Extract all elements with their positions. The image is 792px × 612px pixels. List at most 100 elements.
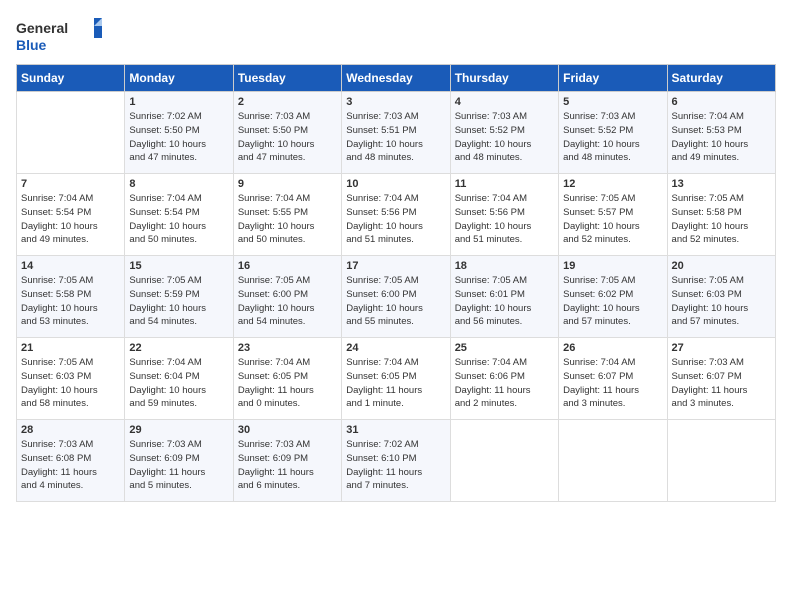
day-number: 29 [129, 424, 228, 436]
day-info: Sunrise: 7:04 AM Sunset: 6:05 PM Dayligh… [238, 356, 337, 411]
day-number: 13 [672, 178, 771, 190]
day-info: Sunrise: 7:03 AM Sunset: 5:50 PM Dayligh… [238, 110, 337, 165]
day-number: 5 [563, 96, 662, 108]
calendar-cell [559, 420, 667, 502]
day-number: 7 [21, 178, 120, 190]
day-info: Sunrise: 7:04 AM Sunset: 6:05 PM Dayligh… [346, 356, 445, 411]
week-row-4: 21Sunrise: 7:05 AM Sunset: 6:03 PM Dayli… [17, 338, 776, 420]
calendar-cell: 29 Sunrise: 7:03 AM Sunset: 6:09 PM Dayli… [125, 420, 233, 502]
day-number: 11 [455, 178, 554, 190]
day-number: 14 [21, 260, 120, 272]
week-row-1: 1 Sunrise: 7:02 AM Sunset: 5:50 PM Daylig… [17, 92, 776, 174]
day-info: Sunrise: 7:05 AM Sunset: 5:58 PM Dayligh… [21, 274, 120, 329]
weekday-sunday: Sunday [17, 65, 125, 92]
day-info: Sunrise: 7:03 AM Sunset: 5:52 PM Dayligh… [455, 110, 554, 165]
day-number: 30 [238, 424, 337, 436]
page-header: General Blue [16, 16, 776, 56]
week-row-2: 7 Sunrise: 7:04 AM Sunset: 5:54 PM Daylig… [17, 174, 776, 256]
calendar-cell: 22 Sunrise: 7:04 AM Sunset: 6:04 PM Dayli… [125, 338, 233, 420]
weekday-monday: Monday [125, 65, 233, 92]
day-number: 31 [346, 424, 445, 436]
day-info: Sunrise: 7:04 AM Sunset: 5:56 PM Dayligh… [455, 192, 554, 247]
day-number: 18 [455, 260, 554, 272]
calendar-cell: 6 Sunrise: 7:04 AM Sunset: 5:53 PM Daylig… [667, 92, 775, 174]
calendar-cell: 11 Sunrise: 7:04 AM Sunset: 5:56 PM Dayli… [450, 174, 558, 256]
day-number: 8 [129, 178, 228, 190]
calendar-cell: 21Sunrise: 7:05 AM Sunset: 6:03 PM Dayli… [17, 338, 125, 420]
day-number: 2 [238, 96, 337, 108]
calendar-cell: 9Sunrise: 7:04 AM Sunset: 5:55 PM Daylig… [233, 174, 341, 256]
day-info: Sunrise: 7:05 AM Sunset: 6:03 PM Dayligh… [21, 356, 120, 411]
day-number: 4 [455, 96, 554, 108]
calendar-cell [450, 420, 558, 502]
day-info: Sunrise: 7:02 AM Sunset: 6:10 PM Dayligh… [346, 438, 445, 493]
day-number: 24 [346, 342, 445, 354]
day-info: Sunrise: 7:05 AM Sunset: 5:57 PM Dayligh… [563, 192, 662, 247]
calendar-cell: 12 Sunrise: 7:05 AM Sunset: 5:57 PM Dayli… [559, 174, 667, 256]
calendar-cell: 26 Sunrise: 7:04 AM Sunset: 6:07 PM Dayli… [559, 338, 667, 420]
calendar-table: SundayMondayTuesdayWednesdayThursdayFrid… [16, 64, 776, 502]
calendar-cell: 1 Sunrise: 7:02 AM Sunset: 5:50 PM Daylig… [125, 92, 233, 174]
week-row-3: 14 Sunrise: 7:05 AM Sunset: 5:58 PM Dayli… [17, 256, 776, 338]
day-info: Sunrise: 7:05 AM Sunset: 5:59 PM Dayligh… [129, 274, 228, 329]
day-info: Sunrise: 7:03 AM Sunset: 5:51 PM Dayligh… [346, 110, 445, 165]
day-info: Sunrise: 7:03 AM Sunset: 5:52 PM Dayligh… [563, 110, 662, 165]
day-number: 15 [129, 260, 228, 272]
calendar-cell: 18 Sunrise: 7:05 AM Sunset: 6:01 PM Dayli… [450, 256, 558, 338]
day-info: Sunrise: 7:05 AM Sunset: 6:00 PM Dayligh… [238, 274, 337, 329]
calendar-cell: 30 Sunrise: 7:03 AM Sunset: 6:09 PM Dayli… [233, 420, 341, 502]
day-info: Sunrise: 7:03 AM Sunset: 6:09 PM Dayligh… [238, 438, 337, 493]
day-number: 26 [563, 342, 662, 354]
calendar-cell: 15 Sunrise: 7:05 AM Sunset: 5:59 PM Dayli… [125, 256, 233, 338]
weekday-thursday: Thursday [450, 65, 558, 92]
calendar-cell: 20 Sunrise: 7:05 AM Sunset: 6:03 PM Dayli… [667, 256, 775, 338]
calendar-cell: 13 Sunrise: 7:05 AM Sunset: 5:58 PM Dayli… [667, 174, 775, 256]
calendar-cell [17, 92, 125, 174]
day-info: Sunrise: 7:03 AM Sunset: 6:08 PM Dayligh… [21, 438, 120, 493]
day-number: 3 [346, 96, 445, 108]
day-info: Sunrise: 7:05 AM Sunset: 6:02 PM Dayligh… [563, 274, 662, 329]
calendar-cell: 28 Sunrise: 7:03 AM Sunset: 6:08 PM Dayli… [17, 420, 125, 502]
calendar-cell: 14 Sunrise: 7:05 AM Sunset: 5:58 PM Dayli… [17, 256, 125, 338]
weekday-header-row: SundayMondayTuesdayWednesdayThursdayFrid… [17, 65, 776, 92]
calendar-cell: 24 Sunrise: 7:04 AM Sunset: 6:05 PM Dayli… [342, 338, 450, 420]
calendar-cell: 31 Sunrise: 7:02 AM Sunset: 6:10 PM Dayli… [342, 420, 450, 502]
logo: General Blue [16, 16, 106, 56]
day-number: 25 [455, 342, 554, 354]
weekday-wednesday: Wednesday [342, 65, 450, 92]
calendar-cell: 4 Sunrise: 7:03 AM Sunset: 5:52 PM Daylig… [450, 92, 558, 174]
day-info: Sunrise: 7:04 AM Sunset: 5:54 PM Dayligh… [129, 192, 228, 247]
calendar-cell: 19Sunrise: 7:05 AM Sunset: 6:02 PM Dayli… [559, 256, 667, 338]
svg-text:Blue: Blue [16, 37, 47, 53]
weekday-friday: Friday [559, 65, 667, 92]
day-number: 6 [672, 96, 771, 108]
day-info: Sunrise: 7:05 AM Sunset: 6:03 PM Dayligh… [672, 274, 771, 329]
day-info: Sunrise: 7:04 AM Sunset: 5:54 PM Dayligh… [21, 192, 120, 247]
calendar-cell: 27 Sunrise: 7:03 AM Sunset: 6:07 PM Dayli… [667, 338, 775, 420]
day-number: 17 [346, 260, 445, 272]
day-number: 10 [346, 178, 445, 190]
calendar-cell: 16 Sunrise: 7:05 AM Sunset: 6:00 PM Dayli… [233, 256, 341, 338]
weekday-saturday: Saturday [667, 65, 775, 92]
day-info: Sunrise: 7:03 AM Sunset: 6:07 PM Dayligh… [672, 356, 771, 411]
day-number: 22 [129, 342, 228, 354]
day-info: Sunrise: 7:04 AM Sunset: 6:07 PM Dayligh… [563, 356, 662, 411]
day-info: Sunrise: 7:05 AM Sunset: 6:01 PM Dayligh… [455, 274, 554, 329]
day-number: 20 [672, 260, 771, 272]
day-number: 28 [21, 424, 120, 436]
day-number: 27 [672, 342, 771, 354]
day-number: 12 [563, 178, 662, 190]
day-info: Sunrise: 7:04 AM Sunset: 5:55 PM Dayligh… [238, 192, 337, 247]
calendar-cell: 3 Sunrise: 7:03 AM Sunset: 5:51 PM Daylig… [342, 92, 450, 174]
day-info: Sunrise: 7:03 AM Sunset: 6:09 PM Dayligh… [129, 438, 228, 493]
day-info: Sunrise: 7:05 AM Sunset: 5:58 PM Dayligh… [672, 192, 771, 247]
day-number: 1 [129, 96, 228, 108]
svg-text:General: General [16, 20, 68, 36]
day-number: 16 [238, 260, 337, 272]
week-row-5: 28 Sunrise: 7:03 AM Sunset: 6:08 PM Dayli… [17, 420, 776, 502]
day-info: Sunrise: 7:02 AM Sunset: 5:50 PM Dayligh… [129, 110, 228, 165]
calendar-cell: 17Sunrise: 7:05 AM Sunset: 6:00 PM Dayli… [342, 256, 450, 338]
day-info: Sunrise: 7:04 AM Sunset: 6:04 PM Dayligh… [129, 356, 228, 411]
calendar-cell: 25Sunrise: 7:04 AM Sunset: 6:06 PM Dayli… [450, 338, 558, 420]
day-info: Sunrise: 7:04 AM Sunset: 5:53 PM Dayligh… [672, 110, 771, 165]
